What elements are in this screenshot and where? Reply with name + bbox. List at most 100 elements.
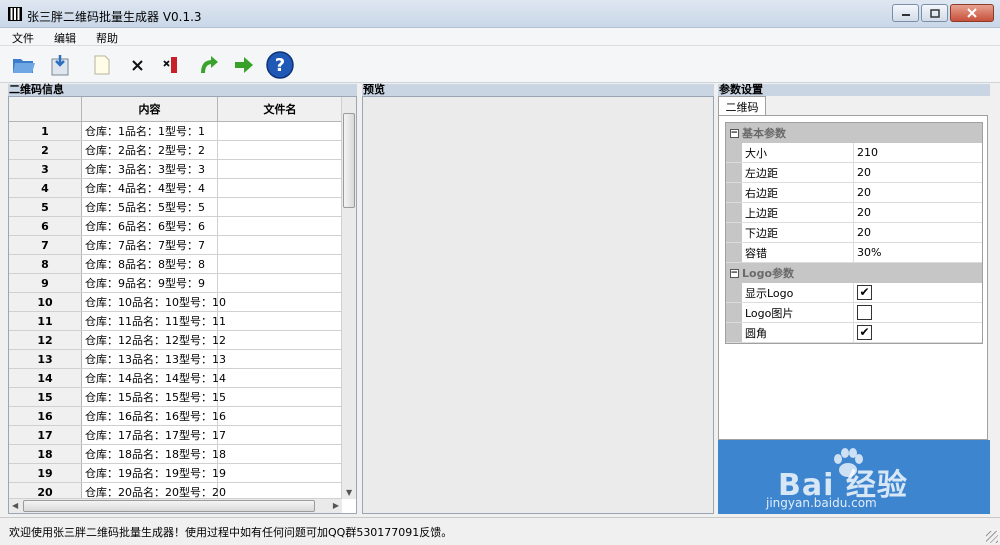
menu-file[interactable]: 文件: [0, 28, 42, 45]
table-row[interactable]: 19 仓库：19品名：19型号：19: [9, 464, 342, 483]
filename-cell[interactable]: [218, 445, 342, 463]
row-number[interactable]: 7: [9, 236, 82, 254]
column-header-content[interactable]: 内容: [82, 97, 218, 121]
table-row[interactable]: 6 仓库：6品名：6型号：6: [9, 217, 342, 236]
minimize-button[interactable]: [892, 4, 919, 22]
content-cell[interactable]: 仓库：15品名：15型号：15: [82, 388, 226, 406]
property-row[interactable]: Logo图片: [726, 303, 982, 323]
row-number[interactable]: 2: [9, 141, 82, 159]
row-number[interactable]: 10: [9, 293, 82, 311]
scroll-down-icon[interactable]: ▼: [346, 488, 352, 497]
property-row[interactable]: 下边距 20: [726, 223, 982, 243]
row-number[interactable]: 4: [9, 179, 82, 197]
filename-cell[interactable]: [218, 350, 342, 368]
filename-cell[interactable]: [218, 122, 342, 140]
property-row[interactable]: 右边距 20: [726, 183, 982, 203]
close-button[interactable]: [950, 4, 994, 22]
filename-cell[interactable]: [218, 141, 342, 159]
table-row[interactable]: 2 仓库：2品名：2型号：2: [9, 141, 342, 160]
checked-checkbox[interactable]: ✔: [857, 325, 872, 340]
filename-cell[interactable]: [218, 407, 342, 425]
filename-cell[interactable]: [218, 198, 342, 216]
content-cell[interactable]: 仓库：6品名：6型号：6: [82, 217, 218, 235]
row-number[interactable]: 11: [9, 312, 82, 330]
row-number[interactable]: 13: [9, 350, 82, 368]
property-value[interactable]: 30%: [854, 243, 982, 262]
checked-checkbox[interactable]: ✔: [857, 285, 872, 300]
property-category[interactable]: − Logo参数: [726, 263, 982, 283]
content-cell[interactable]: 仓库：16品名：16型号：16: [82, 407, 226, 425]
filename-cell[interactable]: [218, 274, 342, 292]
resize-grip[interactable]: [986, 531, 998, 543]
filename-cell[interactable]: [218, 293, 342, 311]
delete-button[interactable]: [124, 51, 152, 79]
property-row[interactable]: 容错 30%: [726, 243, 982, 263]
filename-cell[interactable]: [218, 312, 342, 330]
new-button[interactable]: [88, 51, 116, 79]
collapse-toggle[interactable]: −: [726, 128, 742, 138]
row-number[interactable]: 14: [9, 369, 82, 387]
content-cell[interactable]: 仓库：8品名：8型号：8: [82, 255, 218, 273]
table-row[interactable]: 8 仓库：8品名：8型号：8: [9, 255, 342, 274]
maximize-button[interactable]: [921, 4, 948, 22]
row-number[interactable]: 17: [9, 426, 82, 444]
property-category[interactable]: − 基本参数: [726, 123, 982, 143]
filename-cell[interactable]: [218, 179, 342, 197]
content-cell[interactable]: 仓库：10品名：10型号：10: [82, 293, 226, 311]
redo-button[interactable]: [195, 51, 223, 79]
property-value[interactable]: 20: [854, 183, 982, 202]
filename-cell[interactable]: [218, 464, 342, 482]
row-number[interactable]: 1: [9, 122, 82, 140]
content-cell[interactable]: 仓库：17品名：17型号：17: [82, 426, 226, 444]
open-button[interactable]: [10, 51, 38, 79]
filename-cell[interactable]: [218, 426, 342, 444]
scroll-right-icon[interactable]: ▶: [333, 501, 339, 510]
content-cell[interactable]: 仓库：11品名：11型号：11: [82, 312, 226, 330]
row-number[interactable]: 8: [9, 255, 82, 273]
column-header-filename[interactable]: 文件名: [218, 97, 342, 121]
next-button[interactable]: [230, 51, 258, 79]
content-cell[interactable]: 仓库：2品名：2型号：2: [82, 141, 218, 159]
filename-cell[interactable]: [218, 160, 342, 178]
table-row[interactable]: 12 仓库：12品名：12型号：12: [9, 331, 342, 350]
property-value[interactable]: 20: [854, 223, 982, 242]
row-number[interactable]: 15: [9, 388, 82, 406]
property-value[interactable]: 20: [854, 163, 982, 182]
delete-column-button[interactable]: [158, 51, 186, 79]
vertical-scroll-thumb[interactable]: [343, 113, 355, 208]
import-button[interactable]: [46, 51, 74, 79]
table-row[interactable]: 17 仓库：17品名：17型号：17: [9, 426, 342, 445]
filename-cell[interactable]: [218, 331, 342, 349]
content-cell[interactable]: 仓库：3品名：3型号：3: [82, 160, 218, 178]
filename-cell[interactable]: [218, 369, 342, 387]
filename-cell[interactable]: [218, 217, 342, 235]
table-row[interactable]: 11 仓库：11品名：11型号：11: [9, 312, 342, 331]
row-number[interactable]: 3: [9, 160, 82, 178]
property-row[interactable]: 左边距 20: [726, 163, 982, 183]
table-row[interactable]: 13 仓库：13品名：13型号：13: [9, 350, 342, 369]
content-cell[interactable]: 仓库：12品名：12型号：12: [82, 331, 226, 349]
content-cell[interactable]: 仓库：18品名：18型号：18: [82, 445, 226, 463]
horizontal-scroll-thumb[interactable]: [23, 500, 315, 512]
table-row[interactable]: 16 仓库：16品名：16型号：16: [9, 407, 342, 426]
table-row[interactable]: 18 仓库：18品名：18型号：18: [9, 445, 342, 464]
menu-help[interactable]: 帮助: [84, 28, 126, 45]
row-number[interactable]: 18: [9, 445, 82, 463]
property-row[interactable]: 圆角 ✔: [726, 323, 982, 343]
table-row[interactable]: 4 仓库：4品名：4型号：4: [9, 179, 342, 198]
filename-cell[interactable]: [218, 388, 342, 406]
content-cell[interactable]: 仓库：4品名：4型号：4: [82, 179, 218, 197]
menu-edit[interactable]: 编辑: [42, 28, 84, 45]
table-row[interactable]: 14 仓库：14品名：14型号：14: [9, 369, 342, 388]
content-cell[interactable]: 仓库：5品名：5型号：5: [82, 198, 218, 216]
content-cell[interactable]: 仓库：1品名：1型号：1: [82, 122, 218, 140]
filename-cell[interactable]: [218, 255, 342, 273]
table-row[interactable]: 9 仓库：9品名：9型号：9: [9, 274, 342, 293]
scroll-left-icon[interactable]: ◀: [12, 501, 18, 510]
row-number[interactable]: 5: [9, 198, 82, 216]
property-value[interactable]: 20: [854, 203, 982, 222]
table-row[interactable]: 3 仓库：3品名：3型号：3: [9, 160, 342, 179]
row-number[interactable]: 9: [9, 274, 82, 292]
horizontal-scrollbar[interactable]: ◀ ▶: [9, 498, 342, 513]
help-button[interactable]: ?: [264, 49, 296, 81]
